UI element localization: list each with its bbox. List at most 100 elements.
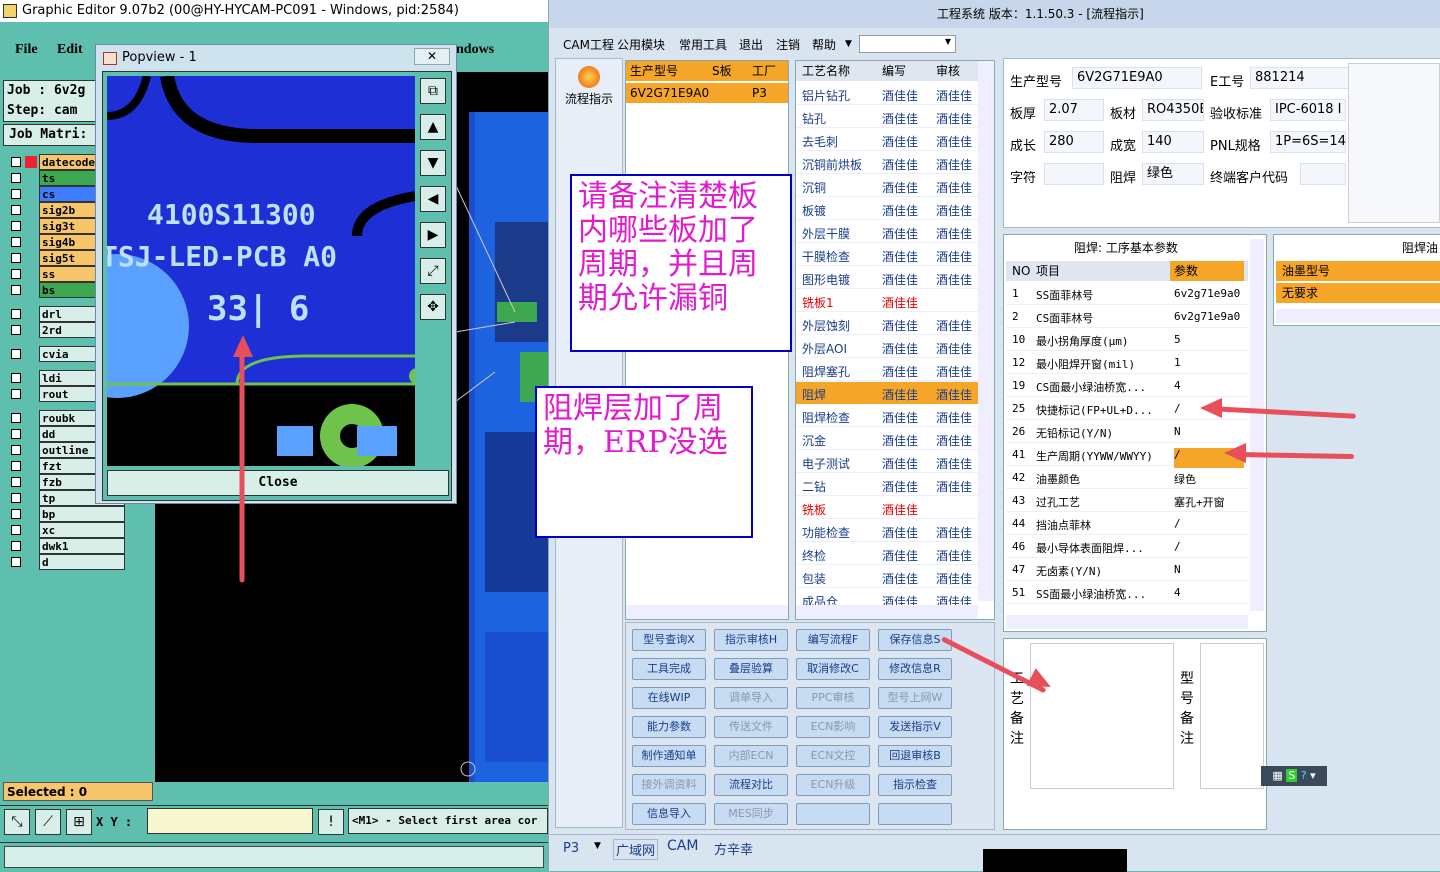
copy-icon[interactable]: ⧉ (420, 78, 446, 104)
table-row[interactable]: 干膜检查 酒佳佳 酒佳佳 (796, 244, 978, 266)
action-button[interactable]: 编写流程F (796, 629, 870, 651)
layer-checkbox[interactable] (11, 173, 21, 183)
action-button[interactable]: 发送指示V (878, 716, 952, 738)
table-row[interactable]: 外层干膜 酒佳佳 酒佳佳 (796, 221, 978, 243)
process-note-input[interactable] (1030, 643, 1174, 789)
info-field[interactable]: 2.07 (1044, 99, 1104, 121)
layer-checkbox[interactable] (11, 509, 21, 519)
table-row[interactable]: 47 无卤素(Y/N) N (1006, 559, 1248, 581)
v-scrollbar[interactable] (978, 61, 994, 601)
column-header[interactable]: 项目 (1036, 261, 1060, 281)
command-line[interactable] (4, 846, 544, 868)
action-button[interactable]: 指示审核H (714, 629, 788, 651)
column-header[interactable]: 油墨型号 (1276, 261, 1440, 281)
table-row[interactable]: 沉金 酒佳佳 酒佳佳 (796, 428, 978, 450)
table-row[interactable]: 功能检查 酒佳佳 酒佳佳 (796, 520, 978, 542)
table-row[interactable]: 外层蚀刻 酒佳佳 酒佳佳 (796, 313, 978, 335)
menu-logout[interactable]: 注销 (776, 36, 800, 53)
layer-checkbox[interactable] (11, 325, 21, 335)
cam-tab[interactable]: CAM (667, 838, 698, 854)
model-note-input[interactable] (1200, 643, 1264, 789)
h-scrollbar[interactable] (1006, 615, 1248, 629)
flow-indicator-button[interactable]: 流程指示 (559, 62, 619, 110)
action-button[interactable]: PPC审核 (796, 687, 870, 709)
action-button[interactable]: 型号上网W (878, 687, 952, 709)
layer-checkbox[interactable] (11, 557, 21, 567)
column-header[interactable]: 工厂 (752, 61, 776, 81)
layer-row[interactable]: d (5, 554, 125, 570)
table-row[interactable]: 19 CS面最小绿油桥宽... 4 (1006, 375, 1248, 397)
action-button[interactable]: 内部ECN (714, 745, 788, 767)
action-button[interactable]: 工具完成 (632, 658, 706, 680)
action-button[interactable] (878, 803, 952, 825)
action-button[interactable]: 传送文件 (714, 716, 788, 738)
layer-checkbox[interactable] (11, 373, 21, 383)
menu-file[interactable]: File (15, 42, 38, 58)
layer-checkbox[interactable] (11, 493, 21, 503)
action-button[interactable]: 制作通知单 (632, 745, 706, 767)
column-header[interactable]: NO (1012, 261, 1030, 281)
layer-checkbox[interactable] (11, 189, 21, 199)
layer-row[interactable]: bp (5, 506, 125, 522)
action-button[interactable]: 调单导入 (714, 687, 788, 709)
table-row[interactable]: 1 SS面菲林号 6v2g71e9a0 (1006, 283, 1248, 305)
table-row[interactable]: 44 挡油点菲林 / (1006, 513, 1248, 535)
layer-checkbox[interactable] (11, 221, 21, 231)
info-field[interactable]: 6V2G71E9A0 (1072, 67, 1202, 89)
column-header[interactable]: 工艺名称 (802, 61, 850, 81)
zoom-down-icon[interactable]: ▼ (420, 150, 446, 176)
table-row[interactable]: 铣板 酒佳佳 (796, 497, 978, 519)
layer-checkbox[interactable] (11, 309, 21, 319)
table-row[interactable]: 板镀 酒佳佳 酒佳佳 (796, 198, 978, 220)
action-button[interactable]: ECN升级 (796, 774, 870, 796)
table-row[interactable]: 46 最小导体表面阻焊... / (1006, 536, 1248, 558)
wan-tab[interactable]: 广域网 (613, 839, 659, 860)
table-row[interactable]: 2 CS面菲林号 6v2g71e9a0 (1006, 306, 1248, 328)
action-button[interactable]: 信息导入 (632, 803, 706, 825)
table-row[interactable]: 外层AOI 酒佳佳 酒佳佳 (796, 336, 978, 358)
table-row[interactable]: 51 SS面最小绿油桥宽... 4 (1006, 582, 1248, 604)
popview-close-button[interactable]: Close (107, 470, 449, 496)
table-row[interactable]: 铝片钻孔 酒佳佳 酒佳佳 (796, 83, 978, 105)
action-button[interactable]: 回退审核B (878, 745, 952, 767)
table-row[interactable]: 终检 酒佳佳 酒佳佳 (796, 543, 978, 565)
layer-checkbox[interactable] (11, 477, 21, 487)
zoom-up-icon[interactable]: ▲ (420, 114, 446, 140)
table-row[interactable]: 42 油墨颜色 绿色 (1006, 467, 1248, 489)
menu-common-module[interactable]: 公用模块 (617, 36, 665, 53)
table-row[interactable]: 图形电镀 酒佳佳 酒佳佳 (796, 267, 978, 289)
popview-canvas[interactable]: 4100S11300 TSJ-LED-PCB A0 33| 6 (107, 76, 415, 466)
layer-checkbox[interactable] (11, 157, 21, 167)
xy-input[interactable] (147, 808, 313, 834)
h-scrollbar[interactable] (1276, 309, 1440, 323)
layer-checkbox[interactable] (11, 389, 21, 399)
layer-checkbox[interactable] (11, 541, 21, 551)
action-button[interactable]: 型号查询X (632, 629, 706, 651)
layer-checkbox[interactable] (11, 525, 21, 535)
job-matrix-button[interactable]: Job Matri: (3, 124, 98, 146)
layer-checkbox[interactable] (11, 461, 21, 471)
action-button[interactable]: 在线WIP (632, 687, 706, 709)
layer-checkbox[interactable] (11, 349, 21, 359)
column-header[interactable]: 生产型号 (630, 61, 678, 81)
info-field[interactable]: 140 (1142, 131, 1204, 153)
ime-toolbar[interactable]: ▦ S ? ▾ (1261, 766, 1327, 786)
h-scrollbar[interactable] (796, 605, 978, 619)
info-field[interactable]: 1P=6S=14U (1270, 131, 1346, 153)
layer-checkbox[interactable] (11, 205, 21, 215)
ink-value[interactable]: 无要求 (1276, 283, 1440, 303)
table-row[interactable]: 10 最小拐角厚度(μm) 5 (1006, 329, 1248, 351)
pan-left-icon[interactable]: ◀ (420, 186, 446, 212)
info-field[interactable]: 280 (1044, 131, 1104, 153)
column-header[interactable]: S板 (712, 61, 732, 81)
pan-right-icon[interactable]: ▶ (420, 222, 446, 248)
layer-checkbox[interactable] (11, 445, 21, 455)
action-button[interactable]: ECN影响 (796, 716, 870, 738)
alert-icon[interactable]: ! (318, 809, 344, 835)
table-row[interactable]: 阻焊 酒佳佳 酒佳佳 (796, 382, 978, 404)
chevron-down-icon[interactable]: ▼ (845, 39, 852, 49)
measure-icon[interactable]: ⟋ (35, 809, 61, 835)
h-scrollbar[interactable] (626, 605, 788, 619)
info-field[interactable] (1044, 163, 1104, 185)
column-header[interactable]: 参数 (1170, 261, 1244, 281)
